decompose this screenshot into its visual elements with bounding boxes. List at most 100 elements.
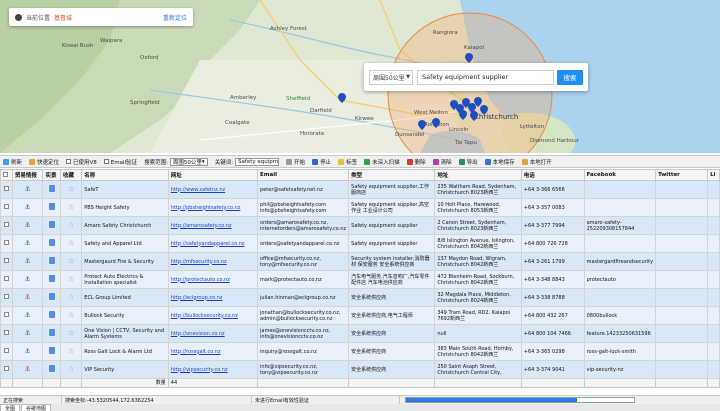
building-icon[interactable] [48, 311, 55, 318]
table-row[interactable]: ⚓ ☆ Bullock Security http://bullocksecurity… [0, 306, 720, 325]
street-view-cell[interactable] [42, 360, 62, 379]
url-cell[interactable]: http://rossgalt.co.nz [167, 342, 259, 361]
favorite-cell[interactable]: ☆ [60, 360, 83, 379]
export-button[interactable]: 导出 [458, 158, 478, 166]
tab-full-map[interactable]: 全图 [0, 404, 21, 411]
anchor-icon[interactable]: ⚓ [25, 347, 31, 355]
anchor-icon[interactable]: ⚓ [25, 275, 31, 283]
column-header[interactable]: 收藏 [60, 169, 83, 181]
anchor-icon[interactable]: ⚓ [25, 365, 31, 373]
table-row[interactable]: ⚓ ☆ SafeT http://www.safetnz.nz peter@safets… [0, 180, 720, 199]
url-cell[interactable]: http://protectauto.co.nz [167, 270, 259, 289]
favorite-button[interactable]: 标签 [338, 158, 357, 166]
star-icon[interactable]: ☆ [68, 203, 74, 211]
stop-button[interactable]: 停止 [312, 158, 331, 166]
column-header[interactable]: 贸易情报 [11, 169, 44, 181]
anchor-icon[interactable]: ⚓ [25, 221, 31, 229]
website-link[interactable]: http://safetyandapparel.co.nz [171, 241, 245, 247]
building-icon[interactable] [48, 257, 55, 264]
column-header[interactable]: Email [257, 169, 350, 181]
map-pin-icon[interactable] [459, 110, 467, 120]
trade-intel-cell[interactable]: ⚓ [11, 342, 44, 361]
row-select-cell[interactable] [0, 360, 13, 379]
row-checkbox[interactable] [3, 222, 9, 227]
favorite-cell[interactable]: ☆ [60, 216, 83, 235]
row-checkbox[interactable] [3, 240, 9, 245]
column-header[interactable]: Facebook [583, 169, 657, 181]
trade-intel-cell[interactable]: ⚓ [11, 180, 44, 199]
search-button[interactable]: 搜索 [557, 69, 583, 85]
table-row[interactable]: ⚓ ☆ Safety and Apparel Ltd http://safetyand… [0, 234, 720, 253]
favorite-cell[interactable]: ☆ [60, 198, 83, 217]
column-header[interactable]: 地址 [434, 169, 522, 181]
column-header[interactable]: 实景 [42, 169, 62, 181]
website-link[interactable]: http://onevision.co.nz [171, 331, 225, 337]
street-view-cell[interactable] [42, 180, 62, 199]
map-view[interactable]: Kowai Bush Waipara Oxford Ashley Forest … [0, 0, 720, 153]
website-link[interactable]: http://protectauto.co.nz [171, 277, 230, 283]
map-pin-icon[interactable] [338, 93, 346, 103]
trade-intel-cell[interactable]: ⚓ [11, 234, 44, 253]
row-select-cell[interactable] [0, 216, 13, 235]
anchor-icon[interactable]: ⚓ [25, 311, 31, 319]
star-icon[interactable]: ☆ [68, 257, 74, 265]
deep-scan-button[interactable]: 未深入扫描 [364, 158, 400, 166]
row-select-cell[interactable] [0, 234, 13, 253]
table-row[interactable]: ⚓ ☆ VIP Security http://vipsecurity.co.nz in… [0, 360, 720, 379]
trade-intel-cell[interactable]: ⚓ [11, 288, 44, 307]
column-header[interactable]: Twitter [655, 169, 709, 181]
relocate-link[interactable]: 重新定位 [163, 13, 187, 22]
refresh-button[interactable]: 刷新 [3, 158, 22, 166]
row-checkbox[interactable] [3, 258, 9, 263]
column-header[interactable]: Li [707, 169, 720, 181]
building-icon[interactable] [48, 347, 55, 354]
row-select-cell[interactable] [0, 252, 13, 271]
row-checkbox[interactable] [3, 186, 9, 191]
url-cell[interactable]: http://onevision.co.nz [167, 324, 259, 343]
star-icon[interactable]: ☆ [68, 365, 74, 373]
url-cell[interactable]: http://bullocksecurity.co.nz [167, 306, 259, 325]
website-link[interactable]: http://www.safetnz.nz [171, 187, 225, 193]
favorite-cell[interactable]: ☆ [60, 288, 83, 307]
select-all-checkbox[interactable] [3, 171, 8, 177]
trade-intel-cell[interactable]: ⚓ [11, 216, 44, 235]
website-link[interactable]: http://mfsecurity.co.nz [171, 259, 227, 265]
building-icon[interactable] [48, 221, 55, 228]
trade-intel-cell[interactable]: ⚓ [11, 198, 44, 217]
street-view-cell[interactable] [42, 342, 62, 361]
row-checkbox[interactable] [3, 348, 9, 353]
favorite-cell[interactable]: ☆ [60, 306, 83, 325]
favorite-cell[interactable]: ☆ [60, 270, 83, 289]
email-verify-checkbox[interactable]: Email验证 [103, 158, 137, 166]
anchor-icon[interactable]: ⚓ [25, 329, 31, 337]
star-icon[interactable]: ☆ [68, 347, 74, 355]
row-select-cell[interactable] [0, 198, 13, 217]
building-icon[interactable] [48, 239, 55, 246]
star-icon[interactable]: ☆ [68, 239, 74, 247]
street-view-cell[interactable] [42, 198, 62, 217]
url-cell[interactable]: http://mfsecurity.co.nz [167, 252, 259, 271]
street-view-cell[interactable] [42, 234, 62, 253]
row-checkbox[interactable] [3, 204, 9, 209]
trade-intel-cell[interactable]: ⚓ [11, 252, 44, 271]
anchor-icon[interactable]: ⚓ [25, 293, 31, 301]
map-pin-icon[interactable] [418, 120, 426, 130]
website-link[interactable]: http://pbsheightsafety.co.nz [171, 205, 241, 211]
website-link[interactable]: http://bullocksecurity.co.nz [171, 313, 238, 319]
column-header[interactable]: 网址 [167, 169, 259, 181]
toolbar-keyword-input[interactable]: Safety equipment [235, 157, 280, 166]
clear-button[interactable]: 清除 [432, 158, 452, 166]
favorite-cell[interactable]: ☆ [60, 180, 83, 199]
building-icon[interactable] [48, 185, 55, 192]
row-checkbox[interactable] [3, 330, 9, 335]
building-icon[interactable] [48, 203, 55, 210]
favorite-cell[interactable]: ☆ [60, 234, 83, 253]
website-link[interactable]: http://amarosafety.co.nz [171, 223, 232, 229]
url-cell[interactable]: http://www.safetnz.nz [167, 180, 259, 199]
column-header[interactable]: 类型 [348, 169, 436, 181]
row-select-cell[interactable] [0, 342, 13, 361]
table-row[interactable]: ⚓ ☆ Protect Auto Electrics & Installation … [0, 270, 720, 289]
anchor-icon[interactable]: ⚓ [25, 185, 31, 193]
local-open-button[interactable]: 本地打开 [521, 158, 552, 166]
row-checkbox[interactable] [3, 312, 9, 317]
